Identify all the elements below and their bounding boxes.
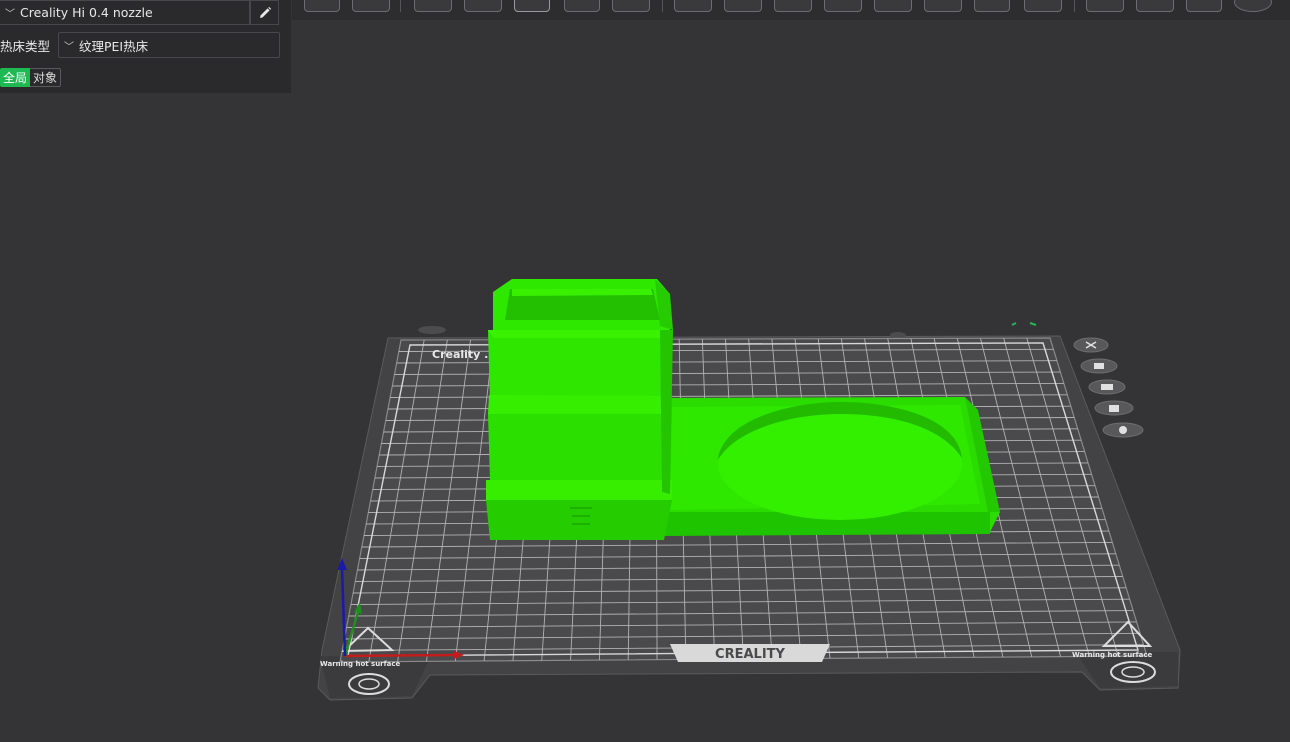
warning-left-label: Warning hot surface	[320, 660, 401, 668]
view-button[interactable]	[1136, 0, 1174, 12]
slice-view-button[interactable]	[1186, 0, 1222, 12]
add-model-button[interactable]	[304, 0, 340, 12]
chevron-down-icon: ﹀	[5, 9, 15, 20]
support-button[interactable]	[874, 0, 912, 12]
split-button[interactable]	[564, 0, 600, 12]
build-plate-scene: Creality ... ate CREALITY Warning hot su…	[317, 279, 1181, 701]
printer-name: Creality Hi 0.4 nozzle	[20, 5, 153, 20]
edit-printer-button[interactable]	[250, 0, 279, 25]
scope-object-tab[interactable]: 对象	[30, 68, 62, 87]
model-object	[486, 279, 1000, 540]
scope-global-tab[interactable]: 全局	[0, 68, 31, 87]
bed-type-value: 纹理PEI热床	[79, 38, 149, 54]
printer-panel: ﹀ Creality Hi 0.4 nozzle 热床类型 ﹀ 纹理PEI热床 …	[0, 0, 291, 93]
3d-viewport[interactable]: Creality ... ate CREALITY Warning hot su…	[0, 93, 1290, 742]
printer-dropdown[interactable]: ﹀ Creality Hi 0.4 nozzle	[0, 0, 250, 25]
layer-button[interactable]	[612, 0, 650, 12]
seam-button[interactable]	[924, 0, 962, 12]
assembly-button[interactable]	[1086, 0, 1124, 12]
scale-button[interactable]	[774, 0, 812, 12]
bed-type-label: 热床类型	[0, 39, 51, 54]
scope-toggle: 全局 对象	[0, 68, 62, 87]
rotate-button[interactable]	[724, 0, 762, 12]
plate-brand: CREALITY	[715, 647, 785, 662]
auto-place-button[interactable]	[514, 0, 550, 12]
move-button[interactable]	[674, 0, 712, 12]
cut-button[interactable]	[824, 0, 862, 12]
arrange-button[interactable]	[464, 0, 502, 12]
chevron-down-icon: ﹀	[64, 41, 74, 53]
top-toolbar	[292, 0, 1290, 20]
measure-button[interactable]	[1024, 0, 1062, 12]
text-button[interactable]	[974, 0, 1010, 12]
orient-button[interactable]	[414, 0, 452, 12]
bed-type-dropdown[interactable]: ﹀ 纹理PEI热床	[58, 32, 280, 58]
warning-right-label: Warning hot surface	[1072, 651, 1153, 659]
circle-button[interactable]	[1234, 0, 1272, 12]
pencil-icon	[259, 6, 271, 18]
plate-button[interactable]	[352, 0, 390, 12]
